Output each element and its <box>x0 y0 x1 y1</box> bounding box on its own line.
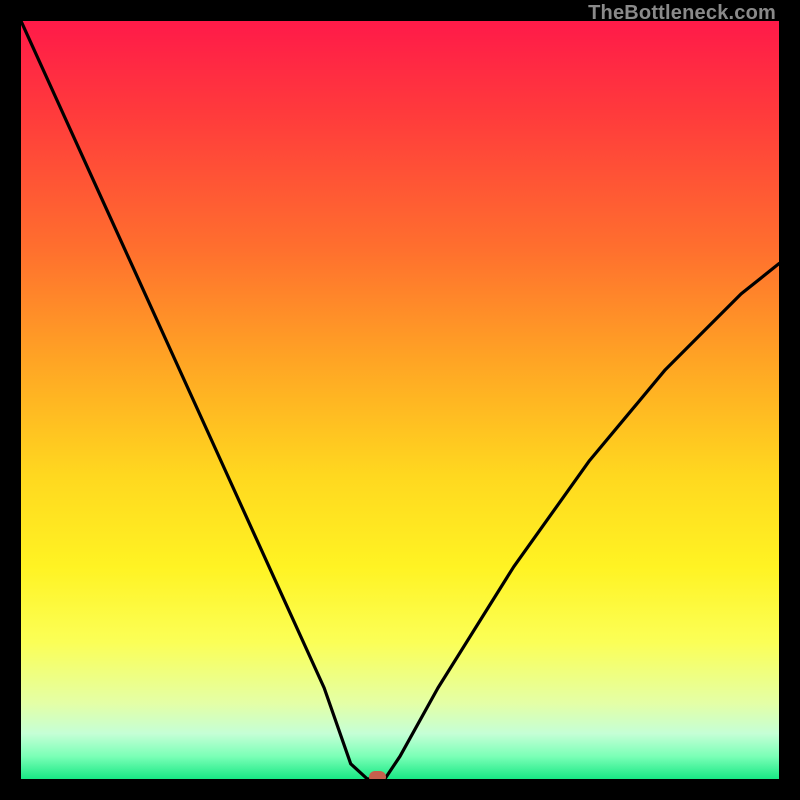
chart-frame: TheBottleneck.com <box>0 0 800 800</box>
watermark-text: TheBottleneck.com <box>588 2 776 25</box>
optimal-point-marker <box>369 771 386 779</box>
plot-area <box>21 21 779 779</box>
bottleneck-curve <box>21 21 779 779</box>
